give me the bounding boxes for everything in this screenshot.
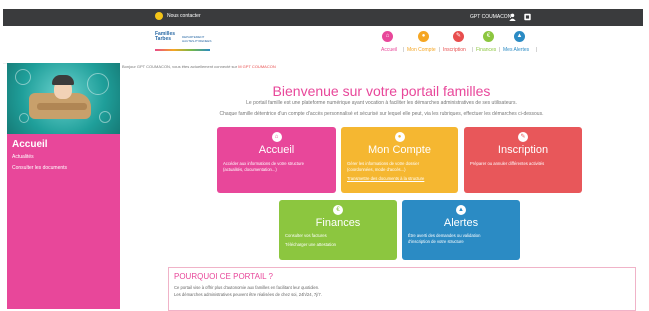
- user-icon[interactable]: [508, 13, 517, 21]
- pencil-icon[interactable]: ✎: [453, 31, 464, 42]
- sidebar-title: Accueil: [12, 139, 48, 150]
- logo-stripe: [155, 49, 210, 51]
- euro-icon[interactable]: €: [483, 31, 494, 42]
- card-inscription[interactable]: ✎ Inscription Préparer ou annuler différ…: [464, 127, 582, 193]
- sidebar-item-documents[interactable]: Consulter les documents: [12, 165, 67, 171]
- greeting-text: Bonjour GPT COUMACON, vous êtes actuelle…: [122, 64, 238, 69]
- nav-inscription[interactable]: Inscription: [443, 47, 466, 53]
- sidebar: Accueil Actualités Consulter les documen…: [7, 63, 120, 309]
- card-description: Préparer ou annuler différentes activité…: [470, 161, 545, 166]
- bell-icon[interactable]: ▲: [514, 31, 525, 42]
- greeting-name: M GPT COUMACON: [238, 64, 276, 69]
- nav-separator: |: [499, 47, 501, 53]
- card-description: Gérer les informations de votre dossier …: [347, 161, 425, 181]
- card-description: Accéder aux informations de votre struct…: [223, 161, 304, 172]
- top-bar: Nous contacter GPT COUMACON: [3, 9, 643, 26]
- nav-separator: |: [472, 47, 474, 53]
- intro-text: Le portail famille est une plateforme nu…: [246, 100, 517, 106]
- logo[interactable]: Familles Tarbes DEPARTEMENT HAUTES-PYREN…: [155, 32, 217, 57]
- card-mon-compte[interactable]: ● Mon Compte Gérer les informations de v…: [341, 127, 458, 193]
- nav-separator: |: [439, 47, 441, 53]
- nav-accueil[interactable]: Accueil: [381, 47, 397, 53]
- card-description: Être averti des demandes ou validation d…: [408, 233, 481, 244]
- nav-finances[interactable]: Finances: [476, 47, 496, 53]
- card-title: Mon Compte: [368, 144, 431, 156]
- nav-separator: |: [536, 47, 538, 53]
- sidebar-item-actualites[interactable]: Actualités: [12, 154, 34, 160]
- user-icon[interactable]: ●: [418, 31, 429, 42]
- intro-text-2: Chaque famille détentrice d'un compte d'…: [219, 111, 544, 117]
- contact-label: Nous contacter: [167, 13, 201, 19]
- contact-link[interactable]: Nous contacter: [155, 12, 201, 20]
- nav-mon-compte[interactable]: Mon Compte: [407, 47, 436, 53]
- section-text: Ce portail vise à offrir plus d'autonomi…: [174, 285, 320, 290]
- hero-image: [7, 63, 120, 134]
- contact-icon: [155, 12, 163, 20]
- card-title: Finances: [315, 217, 361, 229]
- card-title: Alertes: [443, 217, 479, 229]
- main-content: Bonjour GPT COUMACON, vous êtes actuelle…: [120, 63, 643, 311]
- logo-title: Familles Tarbes: [155, 31, 176, 42]
- page-title: Bienvenue sur votre portail familles: [272, 83, 491, 99]
- section-title: POURQUOI CE PORTAIL ?: [174, 272, 273, 281]
- user-icon: ●: [394, 132, 405, 142]
- home-icon: ⌂: [271, 132, 282, 142]
- card-title: Accueil: [258, 144, 295, 156]
- nav-separator: |: [403, 47, 405, 53]
- euro-icon: €: [333, 205, 343, 215]
- card-alertes[interactable]: ▲ Alertes Être averti des demandes ou va…: [402, 200, 520, 260]
- card-finances[interactable]: € Finances Consulter vos factures Téléch…: [279, 200, 397, 260]
- header: Familles Tarbes DEPARTEMENT HAUTES-PYREN…: [3, 26, 643, 64]
- logout-icon[interactable]: [523, 13, 532, 21]
- section-text: Les démarches administratives peuvent êt…: [174, 292, 322, 297]
- user-name[interactable]: GPT COUMACON: [470, 14, 511, 20]
- card-title: Inscription: [497, 144, 549, 156]
- card-description: Consulter vos factures Télécharger une a…: [285, 233, 336, 247]
- home-icon[interactable]: ⌂: [382, 31, 393, 42]
- greeting: Bonjour GPT COUMACON, vous êtes actuelle…: [122, 64, 276, 69]
- logo-subtitle: DEPARTEMENT HAUTES-PYRENEES: [182, 35, 212, 43]
- nav-mes-alertes[interactable]: Mes Alertes: [503, 47, 529, 53]
- bell-icon: ▲: [456, 205, 466, 215]
- why-portal-section: POURQUOI CE PORTAIL ? Ce portail vise à …: [168, 267, 636, 311]
- pencil-icon: ✎: [518, 132, 528, 142]
- card-accueil[interactable]: ⌂ Accueil Accéder aux informations de vo…: [217, 127, 336, 193]
